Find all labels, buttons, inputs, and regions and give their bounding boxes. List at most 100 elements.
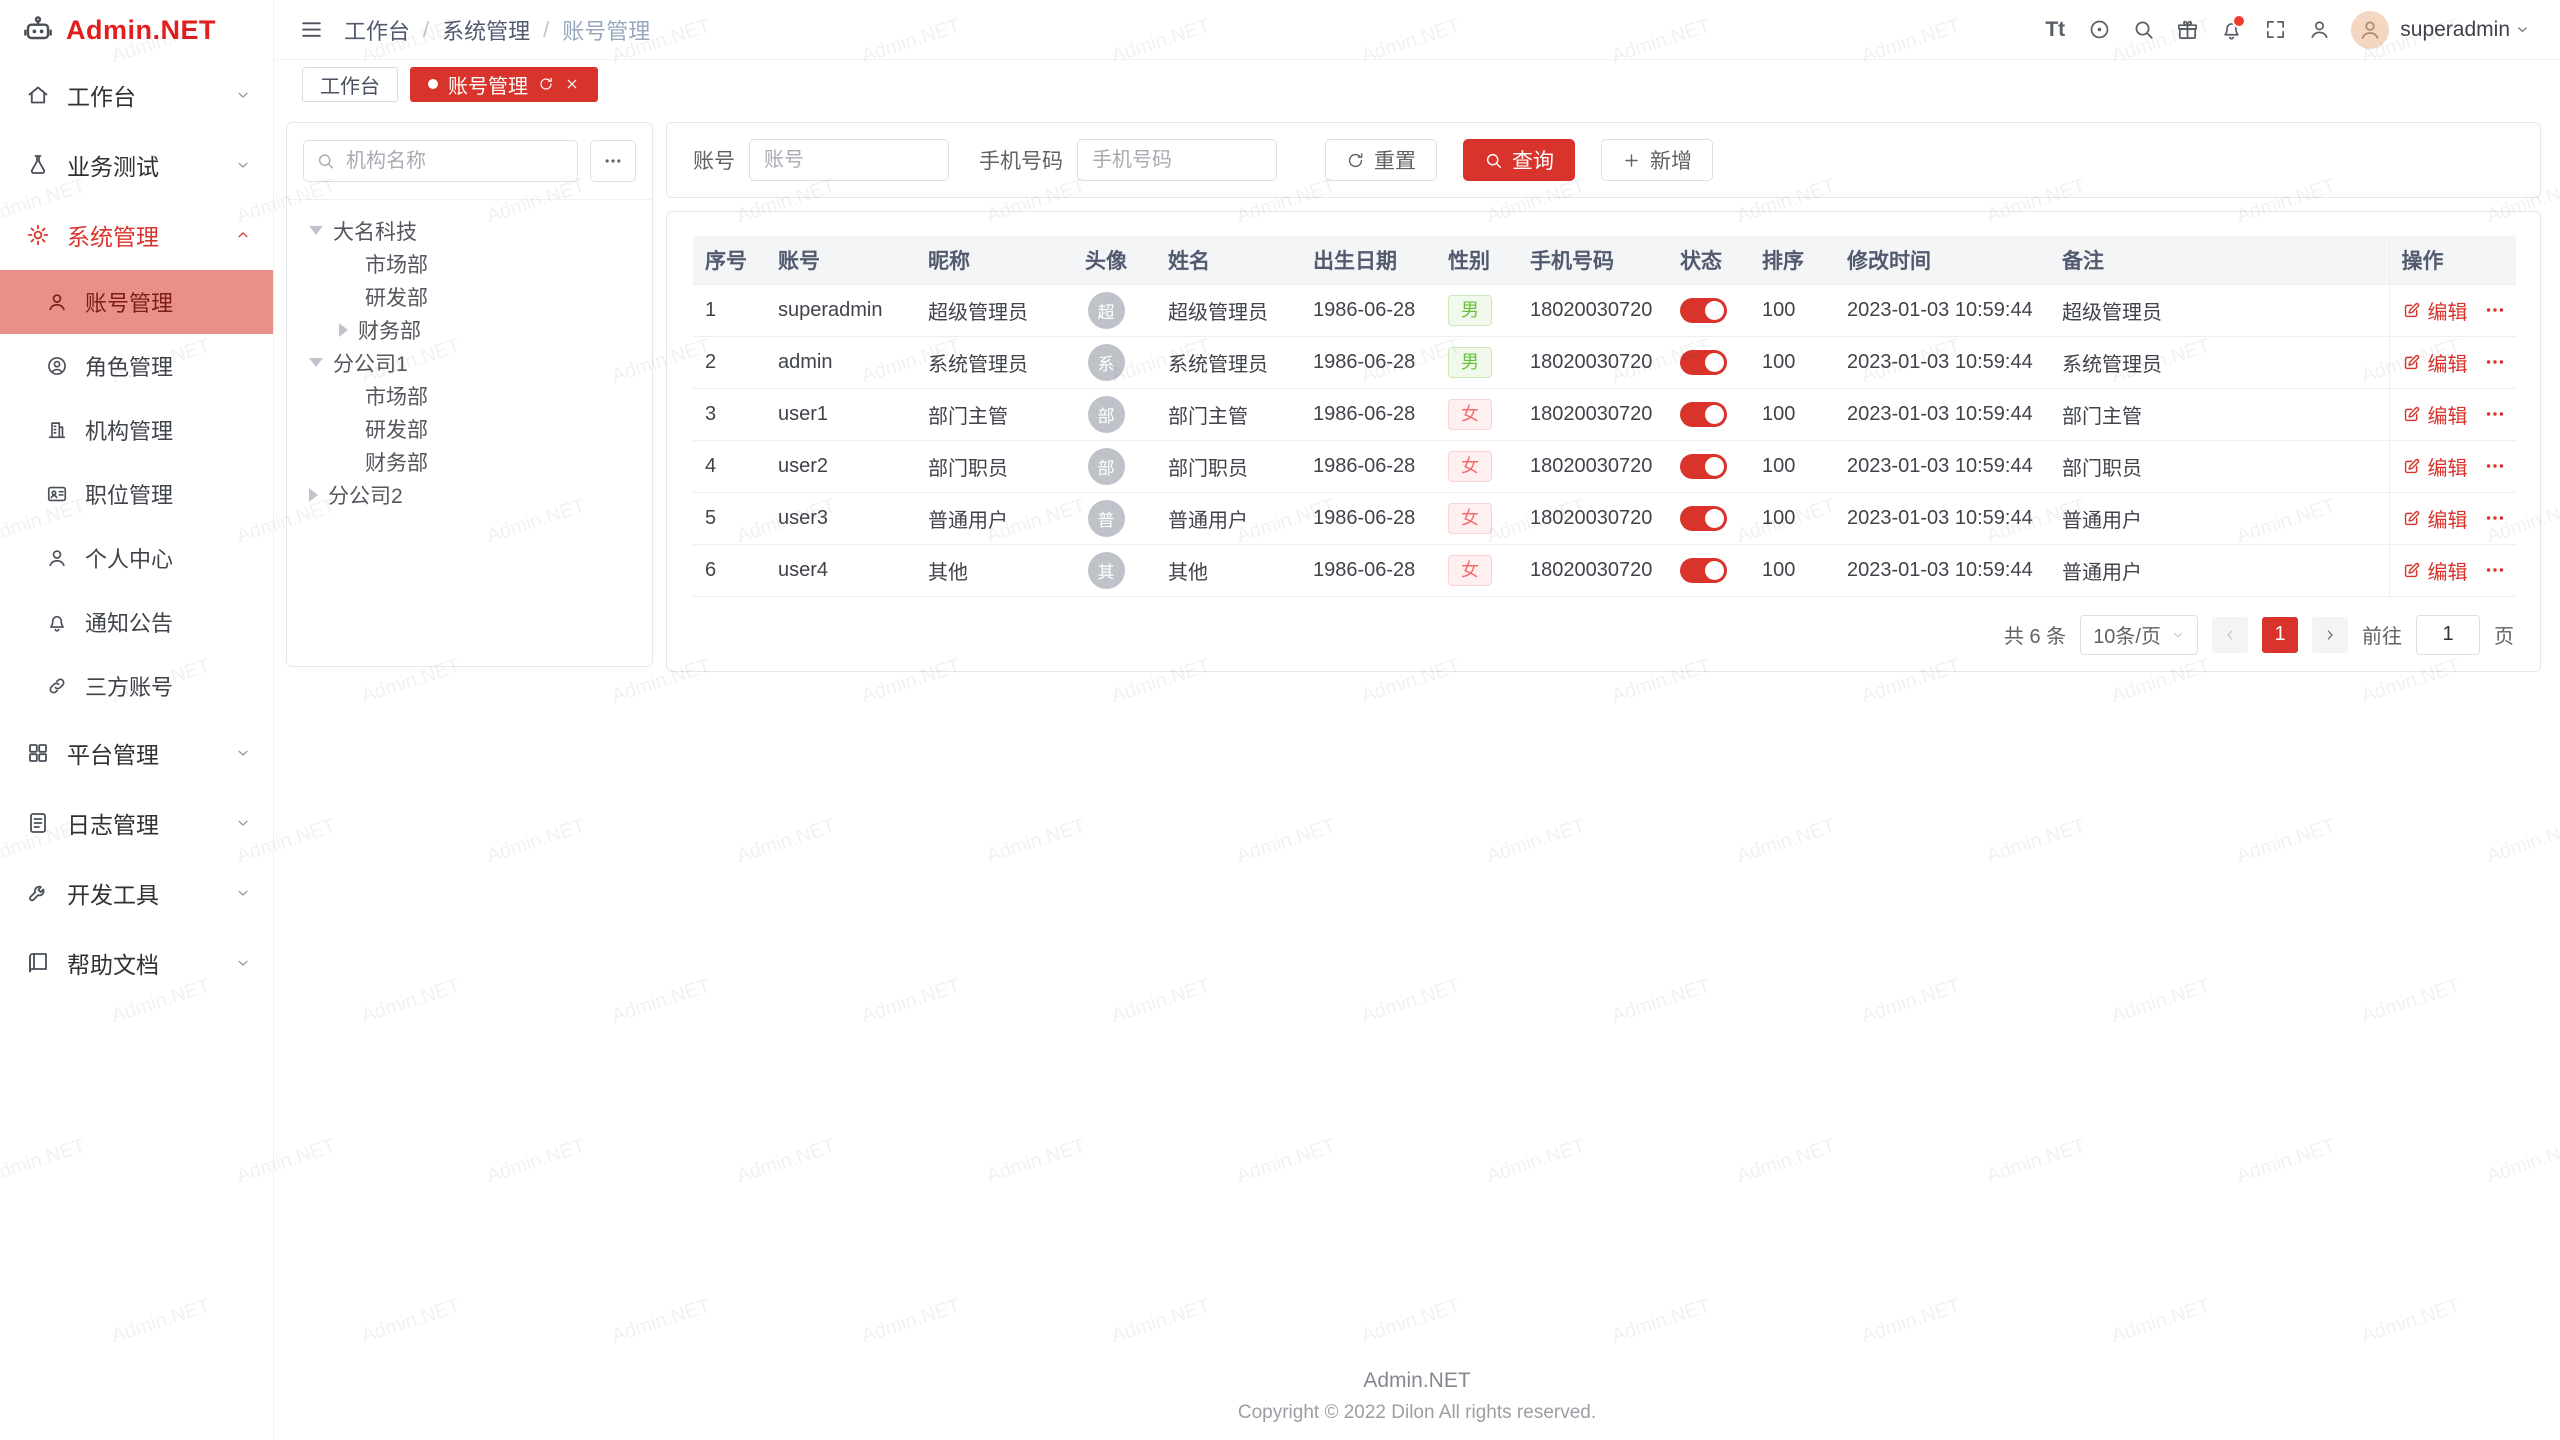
row-more-button[interactable] bbox=[2484, 507, 2506, 529]
app-root: Admin.NET 工作台 业务测试 系统管理 账号管理 bbox=[0, 0, 2560, 1440]
theme-icon[interactable] bbox=[2077, 8, 2121, 52]
breadcrumb: 工作台 / 系统管理 / 账号管理 bbox=[344, 14, 650, 46]
row-more-button[interactable] bbox=[2484, 403, 2506, 425]
footer: Admin.NET Copyright © 2022 Dilon All rig… bbox=[274, 1351, 2560, 1440]
remark-cell: 超级管理员 bbox=[2050, 284, 2389, 336]
tree-node[interactable]: 财务部 bbox=[297, 445, 642, 478]
chevron-down-icon bbox=[235, 815, 251, 831]
sidebar-item-account-management[interactable]: 账号管理 bbox=[0, 270, 273, 334]
tab-label: 工作台 bbox=[320, 70, 380, 99]
page-size-select[interactable]: 10条/页 bbox=[2080, 615, 2198, 655]
tree-node[interactable]: 研发部 bbox=[297, 412, 642, 445]
sidebar-item-workbench[interactable]: 工作台 bbox=[0, 60, 273, 130]
sidebar-item-dev-tools[interactable]: 开发工具 bbox=[0, 858, 273, 928]
sidebar-item-position-management[interactable]: 职位管理 bbox=[0, 462, 273, 526]
prev-page-button[interactable] bbox=[2212, 617, 2248, 653]
tab-account-management[interactable]: 账号管理 bbox=[410, 67, 598, 102]
user-menu-caret-icon[interactable] bbox=[2515, 22, 2530, 37]
tab-close-icon[interactable] bbox=[564, 76, 580, 92]
gender-cell: 女 bbox=[1436, 388, 1518, 440]
edit-button[interactable]: 编辑 bbox=[2402, 452, 2468, 481]
account-input[interactable] bbox=[749, 139, 949, 181]
status-toggle[interactable] bbox=[1680, 454, 1727, 479]
breadcrumb-item[interactable]: 工作台 bbox=[344, 14, 410, 46]
gift-icon-button[interactable] bbox=[2165, 8, 2209, 52]
font-size-icon[interactable]: Tt bbox=[2033, 8, 2077, 52]
status-toggle[interactable] bbox=[1680, 402, 1727, 427]
sidebar-item-personal-center[interactable]: 个人中心 bbox=[0, 526, 273, 590]
notification-bell-button[interactable] bbox=[2209, 8, 2253, 52]
fullscreen-button[interactable] bbox=[2253, 8, 2297, 52]
sidebar-item-platform-management[interactable]: 平台管理 bbox=[0, 718, 273, 788]
sidebar-item-label: 角色管理 bbox=[85, 350, 173, 382]
status-toggle[interactable] bbox=[1680, 506, 1727, 531]
goto-page-input[interactable] bbox=[2416, 615, 2480, 655]
user-avatar[interactable] bbox=[2351, 11, 2389, 49]
tree-node[interactable]: 财务部 bbox=[297, 313, 642, 346]
chevron-up-icon bbox=[235, 227, 251, 243]
status-toggle[interactable] bbox=[1680, 558, 1727, 583]
edit-button[interactable]: 编辑 bbox=[2402, 556, 2468, 585]
tree-node[interactable]: 市场部 bbox=[297, 247, 642, 280]
remark-cell: 部门职员 bbox=[2050, 440, 2389, 492]
account-cell: user4 bbox=[766, 544, 916, 596]
sidebar-item-third-party-account[interactable]: 三方账号 bbox=[0, 654, 273, 718]
tree-node[interactable]: 大名科技 bbox=[297, 214, 642, 247]
pagination: 共 6 条 10条/页 1 前往 页 bbox=[693, 615, 2514, 655]
add-button[interactable]: 新增 bbox=[1601, 139, 1713, 181]
tree-node[interactable]: 研发部 bbox=[297, 280, 642, 313]
sidebar-item-role-management[interactable]: 角色管理 bbox=[0, 334, 273, 398]
tree-node[interactable]: 分公司1 bbox=[297, 346, 642, 379]
name-cell: 其他 bbox=[1156, 544, 1301, 596]
gender-badge: 女 bbox=[1448, 451, 1492, 482]
page-number-button[interactable]: 1 bbox=[2262, 617, 2298, 653]
birth-date-cell: 1986-06-28 bbox=[1301, 492, 1436, 544]
sidebar-item-system-management[interactable]: 系统管理 bbox=[0, 200, 273, 270]
row-more-button[interactable] bbox=[2484, 455, 2506, 477]
status-toggle[interactable] bbox=[1680, 350, 1727, 375]
edit-button[interactable]: 编辑 bbox=[2402, 296, 2468, 325]
topbar-actions: Tt superadmin bbox=[2033, 8, 2530, 52]
table-header-row: 序号账号昵称头像姓名出生日期性别手机号码状态排序修改时间备注操作 bbox=[693, 236, 2516, 284]
username[interactable]: superadmin bbox=[2400, 18, 2510, 42]
account-field-group: 账号 bbox=[693, 139, 949, 181]
avatar-cell: 普 bbox=[1056, 492, 1156, 544]
ellipsis-icon bbox=[2484, 559, 2506, 581]
logo-robot-icon bbox=[22, 14, 54, 46]
phone-input[interactable] bbox=[1077, 139, 1277, 181]
sidebar-item-business-test[interactable]: 业务测试 bbox=[0, 130, 273, 200]
name-cell: 部门主管 bbox=[1156, 388, 1301, 440]
row-more-button[interactable] bbox=[2484, 351, 2506, 373]
gear-icon bbox=[26, 223, 50, 247]
edit-button[interactable]: 编辑 bbox=[2402, 348, 2468, 377]
tab-refresh-icon[interactable] bbox=[538, 76, 554, 92]
query-form: 账号 手机号码 重置 查询 bbox=[666, 122, 2541, 198]
org-search-input[interactable] bbox=[303, 140, 578, 182]
status-toggle[interactable] bbox=[1680, 298, 1727, 323]
row-more-button[interactable] bbox=[2484, 299, 2506, 321]
search-icon bbox=[2132, 18, 2155, 41]
tree-node[interactable]: 分公司2 bbox=[297, 478, 642, 511]
table-column-header: 手机号码 bbox=[1518, 236, 1668, 284]
search-icon-button[interactable] bbox=[2121, 8, 2165, 52]
edit-button[interactable]: 编辑 bbox=[2402, 504, 2468, 533]
edit-button[interactable]: 编辑 bbox=[2402, 400, 2468, 429]
collapse-menu-icon[interactable] bbox=[299, 17, 324, 42]
tree-node[interactable]: 市场部 bbox=[297, 379, 642, 412]
tree-more-button[interactable] bbox=[590, 140, 636, 182]
row-more-button[interactable] bbox=[2484, 559, 2506, 581]
sidebar-item-org-management[interactable]: 机构管理 bbox=[0, 398, 273, 462]
sidebar-item-help-docs[interactable]: 帮助文档 bbox=[0, 928, 273, 998]
phone-cell: 18020030720 bbox=[1518, 492, 1668, 544]
account-label: 账号 bbox=[693, 145, 735, 175]
reset-button[interactable]: 重置 bbox=[1325, 139, 1437, 181]
profile-button[interactable] bbox=[2297, 8, 2341, 52]
breadcrumb-item[interactable]: 系统管理 bbox=[442, 14, 530, 46]
next-page-button[interactable] bbox=[2312, 617, 2348, 653]
sidebar-menu: 工作台 业务测试 系统管理 账号管理 角色管理 bbox=[0, 60, 273, 1440]
accounts-table: 序号账号昵称头像姓名出生日期性别手机号码状态排序修改时间备注操作 1supera… bbox=[693, 236, 2516, 597]
tab-workbench[interactable]: 工作台 bbox=[302, 67, 398, 102]
sidebar-item-notice[interactable]: 通知公告 bbox=[0, 590, 273, 654]
sidebar-item-log-management[interactable]: 日志管理 bbox=[0, 788, 273, 858]
search-button[interactable]: 查询 bbox=[1463, 139, 1575, 181]
